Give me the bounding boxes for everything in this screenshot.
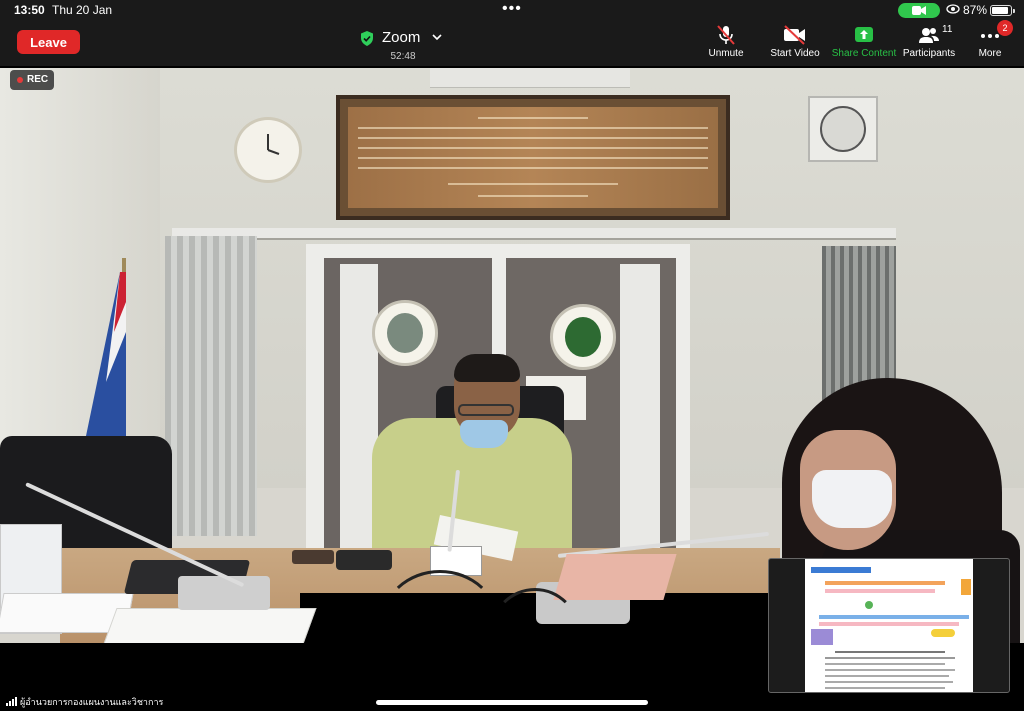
home-indicator[interactable] <box>376 700 648 705</box>
meeting-name: Zoom <box>382 29 421 46</box>
video-scene-man-glasses <box>458 404 514 416</box>
video-scene-papers-right <box>553 554 677 600</box>
video-scene-clock <box>234 117 302 183</box>
video-camera-off-icon <box>766 24 824 46</box>
video-scene-curtain-left <box>165 236 257 536</box>
video-scene-emblem-right <box>550 304 616 370</box>
share-content-label: Share Content <box>831 48 897 59</box>
more-notification-badge: 2 <box>997 20 1013 36</box>
shared-document-preview <box>805 559 973 692</box>
multitasking-dots-icon[interactable]: ••• <box>502 0 522 18</box>
share-arrow-up-icon <box>828 24 900 46</box>
status-time: 13:50 <box>14 3 45 17</box>
start-video-button[interactable]: Start Video <box>766 24 824 64</box>
participants-label: Participants <box>902 48 956 59</box>
video-scene-microphone-left <box>178 576 270 610</box>
video-scene-wallet <box>336 550 392 570</box>
meeting-info-dropdown[interactable]: Zoom <box>360 28 450 48</box>
microphone-muted-icon <box>700 24 752 46</box>
video-scene-plaque <box>336 95 730 220</box>
status-date: Thu 20 Jan <box>52 3 113 17</box>
video-scene-man-hair <box>454 354 520 382</box>
audio-signal-icon <box>6 697 18 706</box>
record-dot-icon <box>17 77 23 83</box>
video-scene-woman-mask <box>812 470 892 528</box>
leave-button[interactable]: Leave <box>17 30 80 54</box>
chevron-down-icon <box>432 34 442 41</box>
shared-content-thumbnail[interactable] <box>768 558 1010 693</box>
call-in-progress-indicator[interactable] <box>898 3 940 18</box>
share-content-button[interactable]: Share Content <box>828 24 900 64</box>
shield-check-icon <box>361 31 373 46</box>
video-scene-emblem-left <box>372 300 438 366</box>
video-scene-air-conditioner <box>430 68 630 88</box>
recording-label: REC <box>27 74 49 85</box>
start-video-label: Start Video <box>770 48 820 59</box>
recording-badge[interactable]: REC <box>10 70 54 90</box>
unmute-button[interactable]: Unmute <box>700 24 752 64</box>
active-speaker-video[interactable] <box>0 68 1024 643</box>
video-camera-icon <box>912 6 926 15</box>
video-scene-curtain-rail <box>172 228 896 240</box>
more-label: More <box>978 48 1002 59</box>
video-scene-papers <box>103 608 317 643</box>
battery-percent: 87% <box>963 3 988 17</box>
participants-count: 11 <box>942 24 953 35</box>
video-scene-vent-fan <box>808 96 878 162</box>
meeting-timer: 52:48 <box>390 51 416 62</box>
battery-icon <box>990 5 1015 16</box>
active-speaker-name: ผู้อำนวยการกองแผนงานและวิชาการ <box>20 697 164 707</box>
screen-recording-icon <box>946 4 960 14</box>
ios-status-bar: 13:50 Thu 20 Jan ••• 87% <box>0 0 1024 20</box>
meeting-toolbar: Leave Zoom 52:48 Unmute Start Video Shar… <box>0 20 1024 66</box>
video-scene-door-glass <box>620 264 660 554</box>
video-scene-flag <box>86 272 126 436</box>
unmute-label: Unmute <box>708 48 744 59</box>
video-scene-man-mask <box>460 420 508 448</box>
video-scene-phone <box>292 550 334 564</box>
